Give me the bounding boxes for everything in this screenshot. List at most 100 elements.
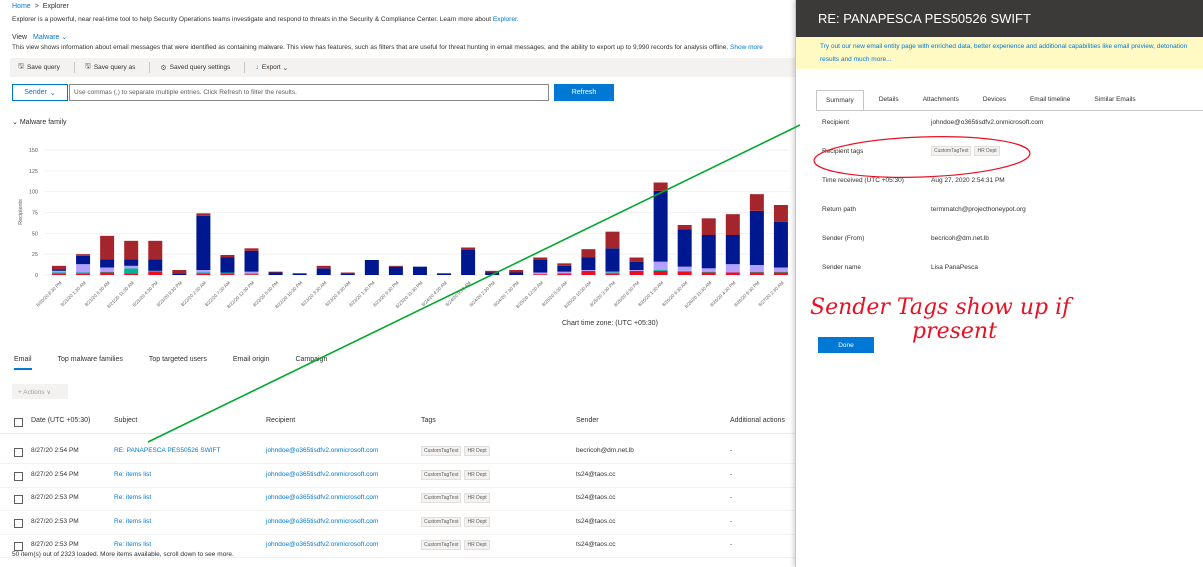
- chart-bar-segment[interactable]: [461, 250, 476, 275]
- flyout-tab-email-timeline[interactable]: Email timeline: [1021, 90, 1079, 110]
- done-button[interactable]: Done: [818, 337, 874, 353]
- chart-bar-segment[interactable]: [677, 225, 692, 230]
- chart-bar-segment[interactable]: [124, 259, 139, 266]
- chart-bar-segment[interactable]: [653, 190, 668, 262]
- flyout-tab-attachments[interactable]: Attachments: [914, 90, 968, 110]
- chart-bar-segment[interactable]: [485, 270, 500, 273]
- flyout-tab-similar-emails[interactable]: Similar Emails: [1085, 90, 1144, 110]
- recipient-link[interactable]: johndoe@o365tisdfv2.onmicrosoft.com: [266, 447, 378, 454]
- chart-bar-segment[interactable]: [244, 274, 259, 275]
- chart-bar-segment[interactable]: [677, 271, 692, 275]
- chart-bar-segment[interactable]: [437, 273, 452, 275]
- chart-bar-segment[interactable]: [196, 273, 211, 275]
- subject-link[interactable]: RE: PANAPESCA PES50526 SWIFT: [114, 447, 220, 454]
- chart-bar-segment[interactable]: [76, 273, 91, 275]
- chart-bar-segment[interactable]: [52, 265, 66, 270]
- chart-bar-segment[interactable]: [581, 257, 596, 271]
- chart-bar-segment[interactable]: [52, 269, 66, 271]
- chart-bar-segment[interactable]: [388, 266, 403, 275]
- column-header-sender[interactable]: Sender: [576, 417, 599, 424]
- chart-bar-segment[interactable]: [749, 271, 764, 273]
- chart-bar-segment[interactable]: [629, 261, 644, 270]
- actions-button[interactable]: + Actions ∨: [12, 384, 68, 399]
- chart-bar-segment[interactable]: [773, 205, 788, 222]
- chart-bar-segment[interactable]: [701, 268, 716, 272]
- column-header-recipient[interactable]: Recipient: [266, 417, 295, 424]
- chart-bar-segment[interactable]: [244, 250, 259, 272]
- chart-bar-segment[interactable]: [364, 260, 379, 275]
- tab-top-targeted-users[interactable]: Top targeted users: [149, 356, 207, 370]
- chart-bar-segment[interactable]: [76, 255, 91, 265]
- malware-family-toggle[interactable]: ⌄ Malware family: [12, 118, 67, 126]
- save-query-as-button[interactable]: 🖫 Save query as: [85, 62, 136, 73]
- chart-bar-segment[interactable]: [605, 231, 620, 249]
- chart-bar-segment[interactable]: [725, 235, 740, 265]
- tab-top-malware-families[interactable]: Top malware families: [58, 356, 123, 370]
- chart-bar-segment[interactable]: [220, 255, 235, 258]
- chart-bar-segment[interactable]: [509, 270, 524, 273]
- chart-bar-segment[interactable]: [653, 270, 668, 275]
- saved-query-settings-button[interactable]: ⚙ Saved query settings: [160, 64, 230, 72]
- chart-bar-segment[interactable]: [220, 273, 235, 275]
- column-header-tags[interactable]: Tags: [421, 417, 436, 424]
- chart-bar-segment[interactable]: [701, 272, 716, 276]
- filter-input[interactable]: Use commas (,) to separate multiple entr…: [69, 84, 549, 101]
- show-more-link[interactable]: Show more: [730, 44, 763, 51]
- tab-email-origin[interactable]: Email origin: [233, 356, 270, 370]
- chart-bar-segment[interactable]: [677, 266, 692, 271]
- chart-bar-segment[interactable]: [244, 273, 259, 275]
- chart-bar-segment[interactable]: [220, 257, 235, 273]
- chart-bar-segment[interactable]: [653, 182, 668, 191]
- flyout-tab-devices[interactable]: Devices: [974, 90, 1015, 110]
- chart-bar-segment[interactable]: [76, 264, 91, 273]
- sender-filter-dropdown[interactable]: Sender ⌄: [12, 84, 68, 101]
- chart-bar-segment[interactable]: [533, 272, 548, 275]
- export-button[interactable]: ↓ Export ⌄: [255, 64, 288, 72]
- chart-bar-segment[interactable]: [148, 270, 163, 272]
- save-query-button[interactable]: 🖫 Save query: [18, 62, 60, 73]
- chart-bar-segment[interactable]: [76, 272, 91, 274]
- new-entity-page-banner[interactable]: Try out our new email entity page with e…: [796, 37, 1203, 69]
- chart-bar-segment[interactable]: [340, 273, 355, 275]
- chart-bar-segment[interactable]: [533, 260, 548, 273]
- chart-bar-segment[interactable]: [653, 261, 668, 270]
- subject-link[interactable]: Re: items list: [114, 541, 151, 548]
- recipient-link[interactable]: johndoe@o365tisdfv2.onmicrosoft.com: [266, 518, 378, 525]
- chart-bar-segment[interactable]: [557, 273, 572, 275]
- chart-bar-segment[interactable]: [100, 267, 115, 272]
- chart-bar-segment[interactable]: [605, 271, 620, 273]
- chart-bar-segment[interactable]: [76, 254, 91, 256]
- refresh-button[interactable]: Refresh: [554, 84, 614, 101]
- chart-bar-segment[interactable]: [100, 271, 115, 273]
- chart-bar-segment[interactable]: [388, 265, 403, 267]
- tab-campaign[interactable]: Campaign: [295, 356, 327, 370]
- row-checkbox[interactable]: [14, 518, 23, 528]
- chart-bar-segment[interactable]: [749, 265, 764, 272]
- subject-link[interactable]: Re: items list: [114, 518, 151, 525]
- chart-bar-segment[interactable]: [316, 268, 331, 275]
- chart-bar-segment[interactable]: [629, 257, 644, 262]
- chart-bar-segment[interactable]: [581, 270, 596, 271]
- tab-email[interactable]: Email: [14, 356, 32, 370]
- chart-bar-segment[interactable]: [412, 266, 427, 275]
- chart-bar-segment[interactable]: [52, 273, 66, 275]
- chart-bar-segment[interactable]: [316, 265, 331, 269]
- chart-bar-segment[interactable]: [148, 240, 163, 260]
- chart-bar-segment[interactable]: [292, 273, 307, 275]
- chart-bar-segment[interactable]: [196, 213, 211, 216]
- chart-bar-segment[interactable]: [148, 271, 163, 275]
- chart-bar-segment[interactable]: [557, 271, 572, 274]
- recipient-link[interactable]: johndoe@o365tisdfv2.onmicrosoft.com: [266, 494, 378, 501]
- chart-bar-segment[interactable]: [773, 271, 788, 273]
- chart-bar-segment[interactable]: [485, 272, 500, 276]
- chart-bar-segment[interactable]: [629, 270, 644, 271]
- column-header-date-utc-05-30[interactable]: Date (UTC +05:30): [31, 417, 90, 424]
- column-header-subject[interactable]: Subject: [114, 417, 137, 424]
- chart-bar-segment[interactable]: [52, 270, 66, 273]
- chart-bar-segment[interactable]: [124, 273, 139, 275]
- row-checkbox[interactable]: [14, 495, 23, 504]
- chart-bar-segment[interactable]: [124, 268, 139, 274]
- chart-bar-segment[interactable]: [677, 229, 692, 267]
- row-checkbox[interactable]: [14, 471, 23, 481]
- chart-bar-segment[interactable]: [100, 272, 115, 276]
